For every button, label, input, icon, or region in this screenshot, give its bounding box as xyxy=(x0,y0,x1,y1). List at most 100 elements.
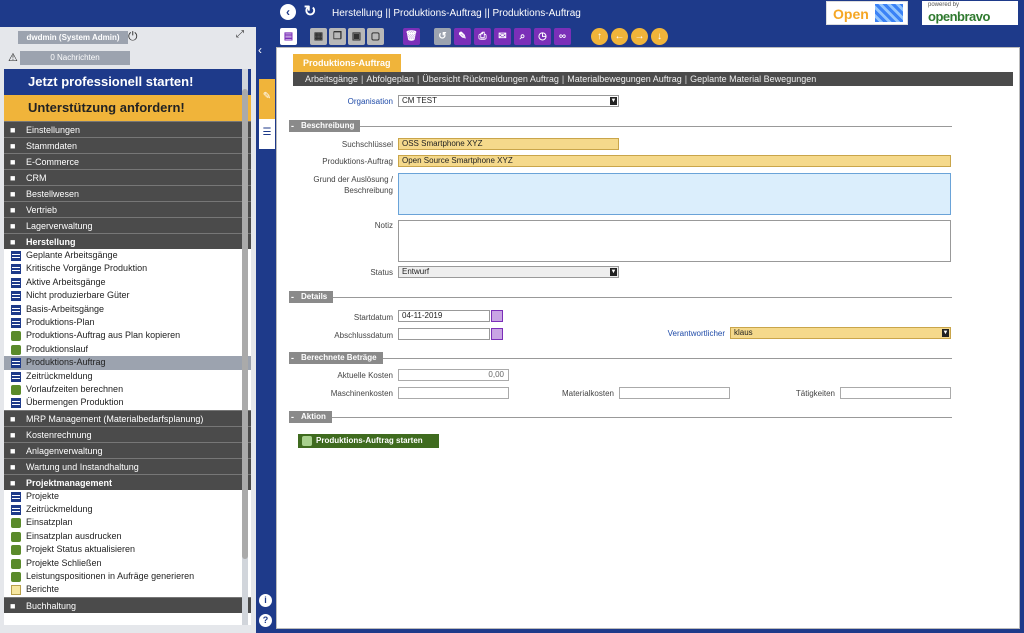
submenu-item[interactable]: Produktionslauf xyxy=(4,342,251,357)
link-icon[interactable]: ∞ xyxy=(554,28,571,45)
next-record-icon[interactable]: → xyxy=(631,28,648,45)
menu-item-wartung-und-instandhaltung[interactable]: ■ Wartung und Instandhaltung xyxy=(4,457,251,474)
menu-item-vertrieb[interactable]: ■ Vertrieb xyxy=(4,201,251,217)
menu: Jetzt professionell starten! Unterstützu… xyxy=(4,69,251,625)
status-select[interactable]: Entwurf ▼ xyxy=(398,266,619,278)
submenu-item[interactable]: Leistungspositionen in Aufräge generiere… xyxy=(4,570,251,584)
organisation-select[interactable]: CM TEST ▼ xyxy=(398,95,619,107)
calendar-icon[interactable] xyxy=(491,328,503,340)
logo-graphic xyxy=(875,4,903,22)
submenu-item[interactable]: Projekt Status aktualisieren xyxy=(4,543,251,557)
menu-scrollbar[interactable] xyxy=(242,69,248,625)
menu-item-kostenrechnung[interactable]: ■ Kostenrechnung xyxy=(4,425,251,442)
menu-item-crm[interactable]: ■ CRM xyxy=(4,169,251,185)
user-name[interactable]: dwdmin (System Admin) xyxy=(18,31,128,44)
menu-item-bestellwesen[interactable]: ■ Bestellwesen xyxy=(4,185,251,201)
verantwortlicher-select[interactable]: klaus ▼ xyxy=(730,327,951,339)
monitor-icon: ■ xyxy=(10,157,16,167)
taetigkeiten-label: Tätigkeiten xyxy=(795,389,835,398)
chevron-down-icon: ▼ xyxy=(610,268,617,276)
link--bersicht-r-ckmeldungen-auftrag[interactable]: Übersicht Rückmeldungen Auftrag xyxy=(422,74,559,84)
left-panel: dwdmin (System Admin) ⏻ ⤢ ⚠ 0 Nachrichte… xyxy=(0,27,256,633)
submenu-item[interactable]: Produktions-Plan xyxy=(4,315,251,330)
menu-item-lagerverwaltung[interactable]: ■ Lagerverwaltung xyxy=(4,217,251,233)
first-record-icon[interactable]: ↑ xyxy=(591,28,608,45)
related-links: Arbeitsgänge | Abfolgeplan | Übersicht Rückm… xyxy=(293,72,1013,86)
link-geplante-material-bewegungen[interactable]: Geplante Material Bewegungen xyxy=(690,74,816,84)
link-arbeitsg-nge[interactable]: Arbeitsgänge xyxy=(305,74,358,84)
menu-scroll-thumb[interactable] xyxy=(242,89,248,559)
email-icon[interactable]: ✉ xyxy=(494,28,511,45)
submenu-item[interactable]: Produktions-Auftrag aus Plan kopieren xyxy=(4,329,251,343)
save-next-icon[interactable]: ▢ xyxy=(367,28,384,45)
submenu-item[interactable]: Projekte xyxy=(4,489,251,504)
link-abfolgeplan[interactable]: Abfolgeplan xyxy=(366,74,414,84)
startdatum-input[interactable]: 04-11-2019 xyxy=(398,310,490,322)
grund-textarea[interactable] xyxy=(398,173,951,215)
submenu-item[interactable]: Produktions-Auftrag xyxy=(4,356,251,370)
suchschluessel-input[interactable]: OSS Smartphone XYZ xyxy=(398,138,619,150)
abschlussdatum-input[interactable] xyxy=(398,328,490,340)
section-beschreibung[interactable]: - Beschreibung xyxy=(289,120,952,132)
submenu-item[interactable]: Berichte xyxy=(4,583,251,597)
new-document-icon[interactable]: ▤ xyxy=(280,28,297,45)
submenu-item[interactable]: Nicht produzierbare Güter xyxy=(4,289,251,303)
notiz-textarea[interactable] xyxy=(398,220,951,262)
submenu-item[interactable]: Übermengen Produktion xyxy=(4,396,251,410)
expand-icon[interactable]: ⤢ xyxy=(236,29,244,40)
promo-start-button[interactable]: Jetzt professionell starten! xyxy=(4,69,251,95)
abschlussdatum-label: Abschlussdatum xyxy=(334,331,393,340)
help-icon[interactable]: ? xyxy=(259,614,272,627)
print-icon[interactable]: ⎙ xyxy=(474,28,491,45)
link-materialbewegungen-auftrag[interactable]: Materialbewegungen Auftrag xyxy=(567,74,682,84)
history-icon[interactable]: ◷ xyxy=(534,28,551,45)
edit-view-icon[interactable]: ✎ xyxy=(259,79,275,119)
submenu-item[interactable]: Zeitrückmeldung xyxy=(4,369,251,383)
menu-item-stammdaten[interactable]: ■ Stammdaten xyxy=(4,137,251,153)
menu-item-projektmanagement[interactable]: ■ Projektmanagement xyxy=(4,473,251,490)
info-icon[interactable]: i xyxy=(259,594,272,607)
menu-item-herstellung[interactable]: ■ Herstellung xyxy=(4,233,251,249)
undo-icon[interactable]: ↺ xyxy=(434,28,451,45)
menu-item-buchhaltung[interactable]: ■ Buchhaltung xyxy=(4,596,251,613)
menu-item-einstellungen[interactable]: ■ Einstellungen xyxy=(4,121,251,137)
submenu-item[interactable]: Basis-Arbeitsgänge xyxy=(4,302,251,316)
auftrag-input[interactable]: Open Source Smartphone XYZ xyxy=(398,155,951,167)
submenu-item[interactable]: Projekte Schließen xyxy=(4,556,251,571)
tab-produktions-auftrag[interactable]: Produktions-Auftrag xyxy=(293,54,401,72)
collapse-icon[interactable]: ‹ xyxy=(258,43,262,57)
submenu-item[interactable]: Kritische Vorgänge Produktion xyxy=(4,262,251,276)
truck-icon: ■ xyxy=(10,205,16,215)
copy-icon[interactable]: ❐ xyxy=(329,28,346,45)
submenu-item[interactable]: Geplante Arbeitsgänge xyxy=(4,249,251,263)
grid-icon[interactable]: ▦ xyxy=(310,28,327,45)
process-icon xyxy=(11,531,21,542)
promo-support-button[interactable]: Unterstützung anfordern! xyxy=(4,95,251,121)
menu-item-mrp-management-materialbedarfsplanung-[interactable]: ■ MRP Management (Materialbedarfsplanung) xyxy=(4,409,251,426)
collapse-icon: - xyxy=(291,121,294,131)
save-icon[interactable]: ▣ xyxy=(348,28,365,45)
last-record-icon[interactable]: ↓ xyxy=(651,28,668,45)
back-icon[interactable]: ‹ xyxy=(280,4,296,20)
grid-view-icon[interactable]: ☰ xyxy=(259,119,275,149)
section-details[interactable]: - Details xyxy=(289,291,952,303)
menu-item-anlagenverwaltung[interactable]: ■ Anlagenverwaltung xyxy=(4,441,251,458)
messages-bar[interactable]: 0 Nachrichten xyxy=(20,51,130,65)
section-aktion[interactable]: - Aktion xyxy=(289,411,952,423)
calendar-icon[interactable] xyxy=(491,310,503,322)
attachment-icon[interactable]: ✎ xyxy=(454,28,471,45)
start-production-order-button[interactable]: Produktions-Auftrag starten xyxy=(298,434,439,448)
submenu-item[interactable]: Zeitrückmeldung xyxy=(4,503,251,517)
search-icon[interactable]: ⌕ xyxy=(514,28,531,45)
delete-icon[interactable]: 🗑 xyxy=(403,28,420,45)
refresh-icon[interactable]: ↻ xyxy=(302,4,318,20)
submenu-item[interactable]: Einsatzplan xyxy=(4,516,251,530)
previous-record-icon[interactable]: ← xyxy=(611,28,628,45)
submenu-item[interactable]: Einsatzplan ausdrucken xyxy=(4,529,251,544)
submenu-item[interactable]: Aktive Arbeitsgänge xyxy=(4,275,251,290)
submenu-item[interactable]: Vorlaufzeiten berechnen xyxy=(4,382,251,397)
section-berechnete-betraege[interactable]: - Berechnete Beträge xyxy=(289,352,952,364)
menu-item-e-commerce[interactable]: ■ E-Commerce xyxy=(4,153,251,169)
process-icon xyxy=(11,331,21,342)
power-icon[interactable]: ⏻ xyxy=(128,29,138,44)
